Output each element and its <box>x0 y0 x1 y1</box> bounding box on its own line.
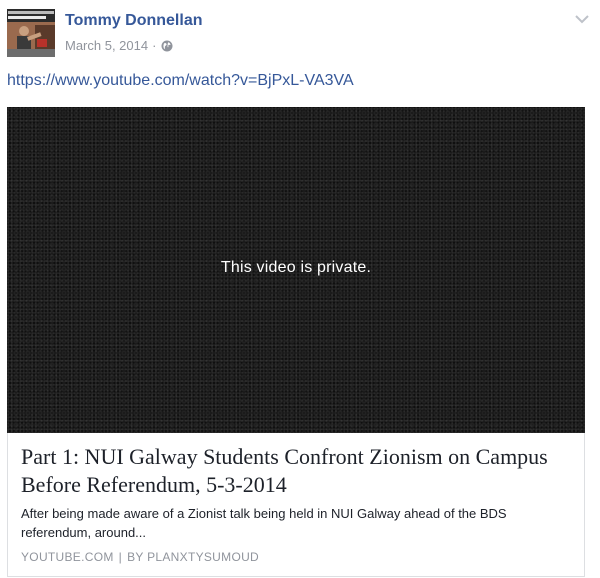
avatar-image <box>7 9 55 57</box>
author-avatar[interactable] <box>7 9 55 57</box>
post-meta: March 5, 2014 · <box>65 38 173 53</box>
video-private-message: This video is private. <box>220 259 372 276</box>
card-description: After being made aware of a Zionist talk… <box>21 506 507 540</box>
globe-icon[interactable] <box>161 40 173 52</box>
shared-link-url[interactable]: https://www.youtube.com/watch?v=BjPxL-VA… <box>7 72 354 90</box>
meta-separator: · <box>152 38 157 53</box>
card-source-author: BY PLANXTYSUMOUD <box>127 550 260 564</box>
author-name[interactable]: Tommy Donnellan <box>65 12 203 30</box>
card-title[interactable]: Part 1: NUI Galway Students Confront Zio… <box>21 443 571 499</box>
link-preview-card[interactable]: Part 1: NUI Galway Students Confront Zio… <box>7 433 585 577</box>
card-source: YOUTUBE.COM | BY PLANXTYSUMOUD <box>21 550 259 564</box>
chevron-down-icon[interactable] <box>574 12 590 24</box>
card-source-domain: YOUTUBE.COM <box>21 550 114 564</box>
video-player[interactable]: This video is private. <box>7 107 585 433</box>
post-date[interactable]: March 5, 2014 <box>65 38 148 53</box>
card-source-separator: | <box>118 550 123 564</box>
facebook-post: Tommy Donnellan March 5, 2014 · https://… <box>0 0 600 578</box>
